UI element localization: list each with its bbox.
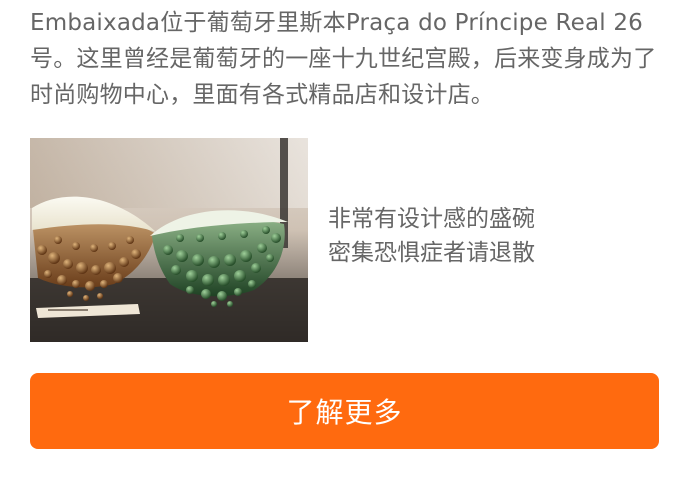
caption-line-2: 密集恐惧症者请退散 bbox=[328, 240, 535, 266]
photo-caption: 非常有设计感的盛碗 密集恐惧症者请退散 bbox=[328, 202, 658, 270]
caption-line-1: 非常有设计感的盛碗 bbox=[328, 206, 535, 232]
article-intro-text: Embaixada位于葡萄牙里斯本Praça do Príncipe Real … bbox=[30, 10, 657, 108]
ceramic-bowls-photo bbox=[30, 138, 308, 342]
learn-more-button[interactable]: 了解更多 bbox=[30, 373, 659, 449]
